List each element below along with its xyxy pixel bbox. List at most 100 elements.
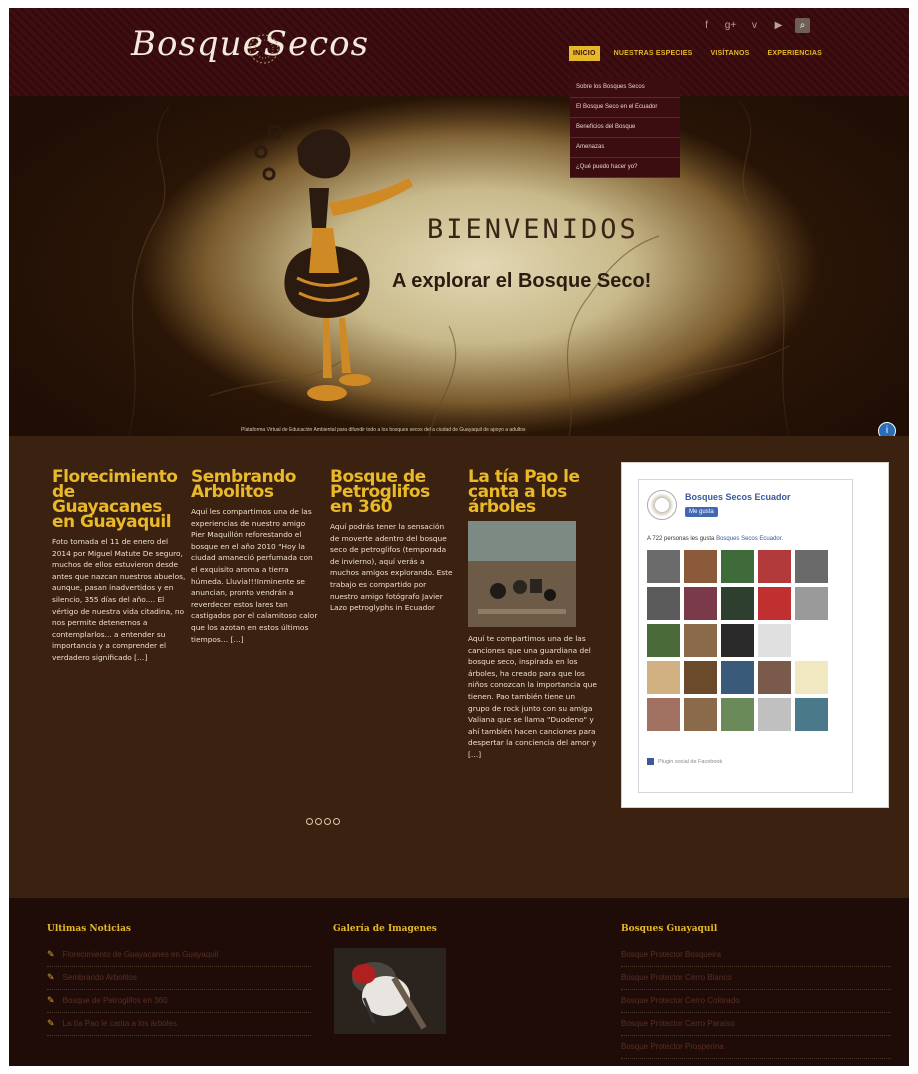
slider-dot[interactable] bbox=[333, 818, 340, 825]
fan-thumbnail[interactable] bbox=[758, 550, 791, 583]
hero-banner: BIENVENIDOS A explorar el Bosque Seco! P… bbox=[9, 96, 909, 436]
search-icon[interactable]: ⌕ bbox=[795, 18, 810, 33]
footer-news-list: ✎ Florecimiento de Guayacanes en Guayaqui… bbox=[47, 944, 311, 1036]
fan-thumbnail[interactable] bbox=[795, 698, 828, 731]
hero-vignette bbox=[9, 96, 909, 436]
fan-thumbnail[interactable] bbox=[684, 624, 717, 657]
fan-thumbnail[interactable] bbox=[647, 698, 680, 731]
facebook-count-link[interactable]: Bosques Secos Ecuador. bbox=[716, 536, 783, 542]
post-title[interactable]: Sembrando Arbolitos bbox=[191, 469, 319, 501]
footer-links-title: Bosques Guayaquil bbox=[621, 924, 718, 934]
facebook-page-name[interactable]: Bosques Secos Ecuador bbox=[685, 492, 791, 502]
main-content: Florecimiento de Guayacanes en Guayaquil… bbox=[9, 436, 909, 898]
fan-thumbnail[interactable] bbox=[758, 587, 791, 620]
post-excerpt: Aquí te compartimos una de las canciones… bbox=[468, 634, 597, 759]
footer-news-title: Ultimas Noticias bbox=[47, 924, 132, 934]
post-card: Sembrando Arbolitos Aquí les compartimos… bbox=[191, 469, 319, 645]
fan-thumbnail[interactable] bbox=[684, 698, 717, 731]
post-title[interactable]: Florecimiento de Guayacanes en Guayaquil bbox=[52, 469, 186, 531]
pencil-icon: ✎ bbox=[47, 949, 55, 959]
post-image[interactable] bbox=[468, 521, 576, 627]
fan-thumbnail[interactable] bbox=[721, 624, 754, 657]
facebook-like-button[interactable]: Me gusta bbox=[685, 507, 718, 517]
post-excerpt: Aquí les compartimos una de las experien… bbox=[191, 507, 318, 644]
footer-news-item[interactable]: ✎ Sembrando Arbolitos bbox=[47, 967, 311, 990]
post-excerpt: Foto tomada el 11 de enero del 2014 por … bbox=[52, 537, 186, 662]
fan-thumbnail[interactable] bbox=[795, 624, 828, 657]
nav-item-inicio[interactable]: INICIO bbox=[569, 46, 600, 61]
footer-news-item[interactable]: ✎ Bosque de Petroglifos en 360 bbox=[47, 990, 311, 1013]
post-excerpt: Aquí podrás tener la sensación de movert… bbox=[330, 522, 453, 613]
fan-thumbnail[interactable] bbox=[647, 624, 680, 657]
fan-thumbnail[interactable] bbox=[721, 698, 754, 731]
dropdown-item[interactable]: El Bosque Seco en el Ecuador bbox=[570, 98, 680, 118]
facebook-like-box: Bosques Secos Ecuador Me gusta A 722 per… bbox=[638, 479, 853, 793]
fan-thumbnail[interactable] bbox=[758, 698, 791, 731]
facebook-fans-grid bbox=[647, 550, 828, 731]
fan-thumbnail[interactable] bbox=[684, 587, 717, 620]
site-footer: Ultimas Noticias ✎ Florecimiento de Guaya… bbox=[9, 898, 909, 1066]
bird-photo bbox=[334, 948, 446, 1034]
fan-thumbnail[interactable] bbox=[684, 550, 717, 583]
footer-link[interactable]: Bosque Protector Cerro Colorado bbox=[621, 990, 891, 1013]
social-links: f g+ v ▶ ⌕ bbox=[699, 18, 810, 33]
dropdown-item[interactable]: Sobre los Bosques Secos bbox=[570, 78, 680, 98]
slider-pagination bbox=[306, 818, 340, 825]
nav-item-especies[interactable]: NUESTRAS ESPECIES bbox=[610, 46, 697, 61]
footer-link[interactable]: Bosque Protector Cerro Paraíso bbox=[621, 1013, 891, 1036]
fan-thumbnail[interactable] bbox=[647, 550, 680, 583]
page-avatar[interactable] bbox=[647, 490, 677, 520]
gallery-image[interactable] bbox=[334, 948, 446, 1034]
facebook-plugin-label[interactable]: Plugin social de Facebook bbox=[647, 758, 722, 765]
nav-item-experiencias[interactable]: EXPERIENCIAS bbox=[763, 46, 826, 61]
fan-thumbnail[interactable] bbox=[721, 587, 754, 620]
footer-news-item[interactable]: ✎ La tía Pao le canta a los árboles bbox=[47, 1013, 311, 1036]
facebook-icon[interactable]: f bbox=[699, 18, 714, 33]
footer-gallery-title: Galería de Imagenes bbox=[333, 924, 437, 934]
facebook-count-text: A 722 personas les gusta bbox=[647, 536, 715, 542]
footer-link[interactable]: Bosque Protector Bosqueira bbox=[621, 944, 891, 967]
facebook-icon bbox=[647, 758, 654, 765]
hero-subtitle: A explorar el Bosque Seco! bbox=[392, 270, 652, 292]
nav-dropdown: Sobre los Bosques Secos El Bosque Seco e… bbox=[570, 78, 680, 178]
nav-item-visitanos[interactable]: VISÍTANOS bbox=[706, 46, 753, 61]
main-nav: INICIO NUESTRAS ESPECIES VISÍTANOS EXPER… bbox=[569, 46, 826, 61]
post-title[interactable]: Bosque de Petroglifos en 360 bbox=[330, 469, 454, 516]
post-photo bbox=[468, 521, 576, 627]
footer-link[interactable]: Bosque Protector Prosperina bbox=[621, 1036, 891, 1059]
slider-dot[interactable] bbox=[315, 818, 322, 825]
facebook-like-count: A 722 personas les gusta Bosques Secos E… bbox=[647, 536, 783, 542]
dropdown-item[interactable]: Beneficios del Bosque bbox=[570, 118, 680, 138]
fan-thumbnail[interactable] bbox=[684, 661, 717, 694]
fan-thumbnail[interactable] bbox=[721, 550, 754, 583]
vimeo-icon[interactable]: v bbox=[747, 18, 762, 33]
footer-link[interactable]: Bosque Protector Cerro Blanco bbox=[621, 967, 891, 990]
dropdown-item[interactable]: Amenazas bbox=[570, 138, 680, 158]
post-card: La tía Pao le canta a los árboles Aquí t… bbox=[468, 469, 598, 761]
site-header: BosqueSecos f g+ v ▶ ⌕ INICIO NUESTRAS E… bbox=[9, 8, 909, 96]
pencil-icon: ✎ bbox=[47, 972, 55, 982]
fan-thumbnail[interactable] bbox=[795, 661, 828, 694]
facebook-widget: Bosques Secos Ecuador Me gusta A 722 per… bbox=[621, 462, 889, 808]
girl-illustration-icon bbox=[254, 124, 413, 401]
footer-news-item[interactable]: ✎ Florecimiento de Guayacanes en Guayaqui… bbox=[47, 944, 311, 967]
fan-thumbnail[interactable] bbox=[721, 661, 754, 694]
info-icon[interactable]: i bbox=[878, 422, 896, 436]
youtube-icon[interactable]: ▶ bbox=[771, 18, 786, 33]
google-plus-icon[interactable]: g+ bbox=[723, 18, 738, 33]
footer-links-list: Bosque Protector Bosqueira Bosque Protec… bbox=[621, 944, 891, 1059]
post-title[interactable]: La tía Pao le canta a los árboles bbox=[468, 469, 598, 516]
fan-thumbnail[interactable] bbox=[647, 587, 680, 620]
logo-swirl-icon bbox=[249, 34, 279, 64]
slider-dot[interactable] bbox=[306, 818, 313, 825]
fan-thumbnail[interactable] bbox=[795, 550, 828, 583]
hero-caption: Plataforma Virtual de Educación Ambienta… bbox=[241, 427, 526, 433]
fan-thumbnail[interactable] bbox=[647, 661, 680, 694]
fan-thumbnail[interactable] bbox=[758, 624, 791, 657]
dropdown-item[interactable]: ¿Qué puedo hacer yo? bbox=[570, 158, 680, 178]
fan-thumbnail[interactable] bbox=[795, 587, 828, 620]
pencil-icon: ✎ bbox=[47, 1018, 55, 1028]
slider-dot[interactable] bbox=[324, 818, 331, 825]
fan-thumbnail[interactable] bbox=[758, 661, 791, 694]
page-frame: BosqueSecos f g+ v ▶ ⌕ INICIO NUESTRAS E… bbox=[9, 8, 909, 1066]
